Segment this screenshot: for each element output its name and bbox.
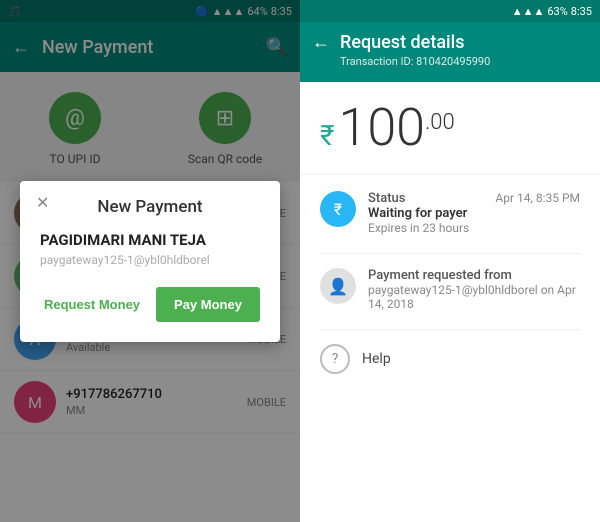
left-panel: 🎵 🔵 ▲▲▲ 64% 8:35 ← New Payment 🔍 @ TO UP… xyxy=(0,0,300,522)
signal-icon-right: ▲▲▲ xyxy=(512,5,545,18)
pay-money-button[interactable]: Pay Money xyxy=(156,287,260,322)
divider-2 xyxy=(320,329,580,330)
modal-person-id: paygateway125-1@ybl0hldborel xyxy=(40,253,260,267)
right-back-button[interactable]: ← xyxy=(312,32,330,53)
payment-from-value: paygateway125-1@ybl0hldborel on Apr 14, … xyxy=(368,283,580,311)
help-row[interactable]: ? Help xyxy=(320,344,580,374)
transaction-id: Transaction ID: 810420495990 xyxy=(340,55,588,68)
payment-from-label: Payment requested from xyxy=(368,268,580,283)
status-label: Status xyxy=(368,191,405,206)
payment-requested-row: 👤 Payment requested from paygateway125-1… xyxy=(320,268,580,311)
modal-title: New Payment xyxy=(40,197,260,217)
status-date: Apr 14, 8:35 PM xyxy=(495,191,580,205)
modal-person-name: PAGIDIMARI MANI TEJA xyxy=(40,231,260,249)
details-section: ₹ Status Apr 14, 8:35 PM Waiting for pay… xyxy=(300,175,600,522)
person-icon: 👤 xyxy=(320,268,356,304)
time-label-right: 8:35 xyxy=(571,5,592,18)
modal-buttons: Request Money Pay Money xyxy=(40,287,260,322)
divider xyxy=(320,253,580,254)
help-icon: ? xyxy=(320,344,350,374)
help-label: Help xyxy=(362,351,391,367)
status-row: ₹ Status Apr 14, 8:35 PM Waiting for pay… xyxy=(320,191,580,235)
amount-section: ₹ 100 .00 xyxy=(300,82,600,175)
battery-label-right: 63% xyxy=(547,5,567,18)
right-panel: ▲▲▲ 63% 8:35 ← Request details Transacti… xyxy=(300,0,600,522)
amount-main: 100 xyxy=(338,102,425,154)
right-top-bar: ← Request details Transaction ID: 810420… xyxy=(300,22,600,82)
modal-close-button[interactable]: ✕ xyxy=(36,193,49,212)
right-status-bar: ▲▲▲ 63% 8:35 xyxy=(300,0,600,22)
rupee-icon: ₹ xyxy=(320,191,356,227)
status-sub: Expires in 23 hours xyxy=(368,221,580,235)
request-money-button[interactable]: Request Money xyxy=(40,287,144,322)
rupee-symbol: ₹ xyxy=(320,119,334,152)
modal-overlay: ✕ New Payment PAGIDIMARI MANI TEJA payga… xyxy=(0,0,300,522)
new-payment-modal: ✕ New Payment PAGIDIMARI MANI TEJA payga… xyxy=(20,181,280,342)
status-value: Waiting for payer xyxy=(368,206,580,221)
amount-decimal: .00 xyxy=(425,110,455,135)
right-page-title: Request details xyxy=(340,32,588,53)
